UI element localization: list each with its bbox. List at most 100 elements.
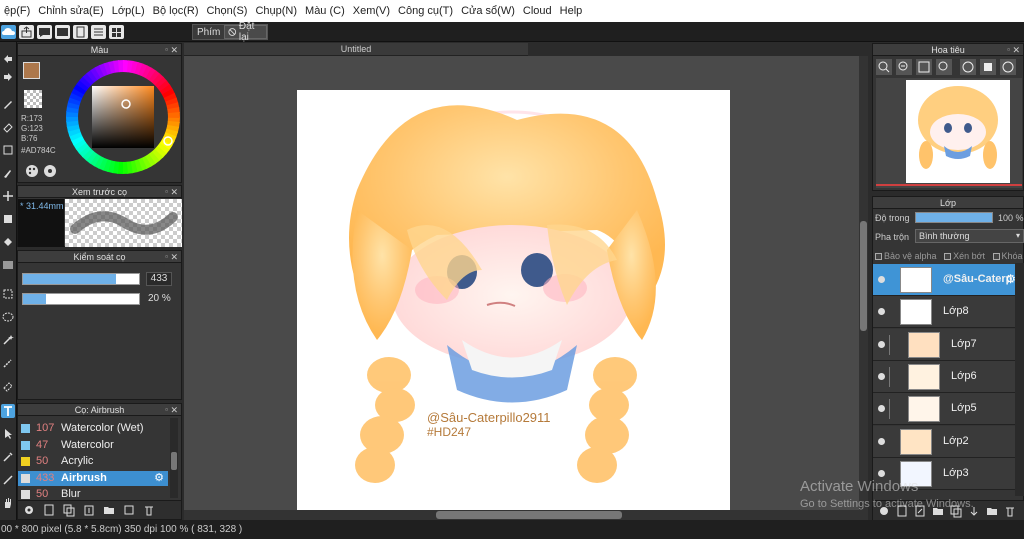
- pin-icon[interactable]: ▫: [1007, 44, 1010, 56]
- layer-row[interactable]: Lớp5: [873, 393, 1024, 426]
- zoom-in-icon[interactable]: [876, 59, 892, 75]
- comment-icon[interactable]: [55, 25, 70, 39]
- brush-list-item[interactable]: 50 Acrylic: [18, 454, 168, 469]
- eye-icon[interactable]: [878, 308, 885, 316]
- copy-brush-icon[interactable]: [122, 503, 136, 517]
- layer-row[interactable]: Lớp7: [873, 328, 1024, 361]
- main-color-swatch[interactable]: [23, 62, 40, 79]
- layer-row[interactable]: Lớp2: [873, 425, 1024, 458]
- delete-layer-icon[interactable]: [1003, 504, 1017, 518]
- eye-icon[interactable]: [878, 372, 885, 380]
- chat-icon[interactable]: [37, 25, 52, 39]
- new-brush-icon[interactable]: [42, 503, 56, 517]
- text-tool-icon[interactable]: [1, 404, 15, 418]
- canvas-vertical-scrollbar[interactable]: [859, 56, 868, 512]
- pen-tool-icon[interactable]: [1, 97, 15, 111]
- operation-tool-icon[interactable]: [1, 427, 15, 441]
- duplicate-brush-icon[interactable]: [62, 503, 76, 517]
- menu-capture[interactable]: Chụp(N): [251, 5, 301, 17]
- dropper-tool-icon[interactable]: [1, 450, 15, 464]
- eye-icon[interactable]: [878, 437, 885, 445]
- menu-cloud[interactable]: Cloud: [519, 5, 556, 17]
- cloud-icon[interactable]: [1, 25, 16, 39]
- brush-list-item[interactable]: 47 Watercolor: [18, 438, 168, 453]
- brush-size-field[interactable]: 433: [146, 272, 172, 286]
- close-icon[interactable]: ✕: [170, 186, 178, 198]
- brush-tool-icon[interactable]: [1, 166, 15, 180]
- zoom-actual-icon[interactable]: [936, 59, 952, 75]
- menu-help[interactable]: Help: [556, 5, 587, 17]
- eye-icon[interactable]: [878, 469, 885, 477]
- palette-icon[interactable]: [25, 164, 39, 178]
- folder-icon[interactable]: [102, 503, 116, 517]
- hand-tool-icon[interactable]: [1, 496, 15, 510]
- grid-icon[interactable]: [109, 25, 124, 39]
- delete-brush-icon[interactable]: [142, 503, 156, 517]
- close-icon[interactable]: ✕: [170, 404, 178, 416]
- eye-icon[interactable]: [878, 405, 885, 413]
- eraser-tool-icon[interactable]: [1, 120, 15, 134]
- flip-icon[interactable]: [980, 59, 996, 75]
- canvas-hscroll-thumb[interactable]: [436, 511, 622, 519]
- pin-icon[interactable]: ▫: [165, 251, 168, 263]
- alpha-lock-checkbox[interactable]: [875, 253, 882, 260]
- select-rect-icon[interactable]: [1, 287, 15, 301]
- menu-view[interactable]: Xem(V): [349, 5, 394, 17]
- layer-row[interactable]: @Sâu-Caterp ⚙: [873, 264, 1024, 296]
- rotate-left-icon[interactable]: [960, 59, 976, 75]
- layer-row[interactable]: Lớp8: [873, 296, 1024, 329]
- menu-filter[interactable]: Bộ lọc(R): [149, 5, 203, 17]
- pin-icon[interactable]: ▫: [165, 404, 168, 416]
- menu-file[interactable]: ệp(F): [0, 5, 34, 17]
- canvas-vscroll-thumb[interactable]: [860, 221, 867, 331]
- lasso-tool-icon[interactable]: [1, 310, 15, 324]
- brush-list-item[interactable]: 433 Airbrush ⚙: [18, 470, 168, 486]
- brush-list-item[interactable]: 107 Watercolor (Wet): [18, 421, 168, 436]
- menu-tools[interactable]: Công cụ(T): [394, 5, 457, 17]
- brush-settings-gear-icon[interactable]: ⚙: [154, 471, 164, 486]
- brush-list-scrollbar[interactable]: [170, 418, 178, 498]
- fill-rect-tool-icon[interactable]: [1, 212, 15, 226]
- clipping-checkbox[interactable]: [944, 253, 952, 260]
- gradient-tool-icon[interactable]: [1, 258, 15, 272]
- select-eraser-icon[interactable]: [1, 379, 15, 393]
- rectangle-tool-icon[interactable]: [1, 143, 15, 157]
- document-icon[interactable]: [73, 25, 88, 39]
- eye-icon[interactable]: [878, 340, 885, 348]
- blend-mode-select[interactable]: Bình thường ▾: [915, 229, 1024, 243]
- close-icon[interactable]: ✕: [170, 44, 178, 56]
- menu-edit[interactable]: Chỉnh sửa(E): [34, 5, 107, 17]
- undo-icon[interactable]: [1, 52, 15, 66]
- rotate-right-icon[interactable]: [1000, 59, 1016, 75]
- menu-window[interactable]: Cửa sổ(W): [457, 5, 519, 17]
- menu-select[interactable]: Chọn(S): [202, 5, 251, 17]
- lock-checkbox[interactable]: [992, 253, 1000, 260]
- menu-color[interactable]: Màu (C): [301, 5, 349, 17]
- navigator-preview[interactable]: [876, 78, 1022, 188]
- color-wheel[interactable]: [64, 58, 182, 176]
- layers-scrollbar[interactable]: [1015, 263, 1024, 496]
- bucket-tool-icon[interactable]: [1, 235, 15, 249]
- layer-opacity-slider[interactable]: [915, 212, 993, 223]
- transparent-swatch[interactable]: [24, 90, 42, 108]
- color-swap-icon[interactable]: [43, 164, 57, 178]
- reset-button[interactable]: Đặt lại: [224, 21, 267, 43]
- artwork-canvas[interactable]: @Sâu-Caterpillo2911 #HD247: [297, 90, 730, 510]
- canvas-horizontal-scrollbar[interactable]: [184, 510, 868, 520]
- eye-icon[interactable]: [878, 276, 885, 283]
- canvas-tab[interactable]: Untitled: [184, 43, 528, 56]
- close-icon[interactable]: ✕: [1012, 44, 1020, 56]
- move-tool-icon[interactable]: [1, 189, 15, 203]
- fit-screen-icon[interactable]: [916, 59, 932, 75]
- layer-row[interactable]: Lớp6: [873, 360, 1024, 393]
- select-pen-icon[interactable]: [1, 356, 15, 370]
- import-brush-icon[interactable]: [82, 503, 96, 517]
- share-icon[interactable]: [19, 25, 34, 39]
- close-icon[interactable]: ✕: [170, 251, 178, 263]
- zoom-out-icon[interactable]: [896, 59, 912, 75]
- brush-settings-icon[interactable]: [22, 503, 36, 517]
- list-icon[interactable]: [91, 25, 106, 39]
- magic-wand-icon[interactable]: [1, 333, 15, 347]
- menu-layer[interactable]: Lớp(L): [108, 5, 149, 17]
- pin-icon[interactable]: ▫: [165, 44, 168, 56]
